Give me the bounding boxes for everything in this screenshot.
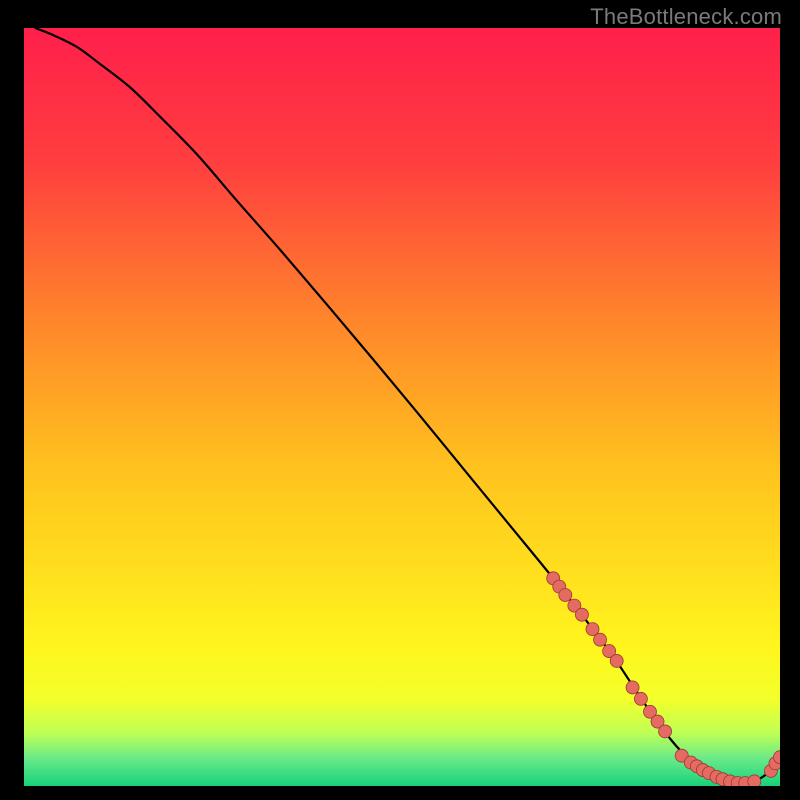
bottleneck-chart <box>0 0 800 800</box>
plot-background <box>24 28 780 786</box>
data-marker <box>659 725 672 738</box>
data-marker <box>774 751 787 764</box>
data-marker <box>626 681 639 694</box>
data-marker <box>748 775 761 788</box>
data-marker <box>634 692 647 705</box>
data-marker <box>594 633 607 646</box>
data-marker <box>575 608 588 621</box>
chart-stage: TheBottleneck.com <box>0 0 800 800</box>
data-marker <box>559 588 572 601</box>
data-marker <box>610 654 623 667</box>
